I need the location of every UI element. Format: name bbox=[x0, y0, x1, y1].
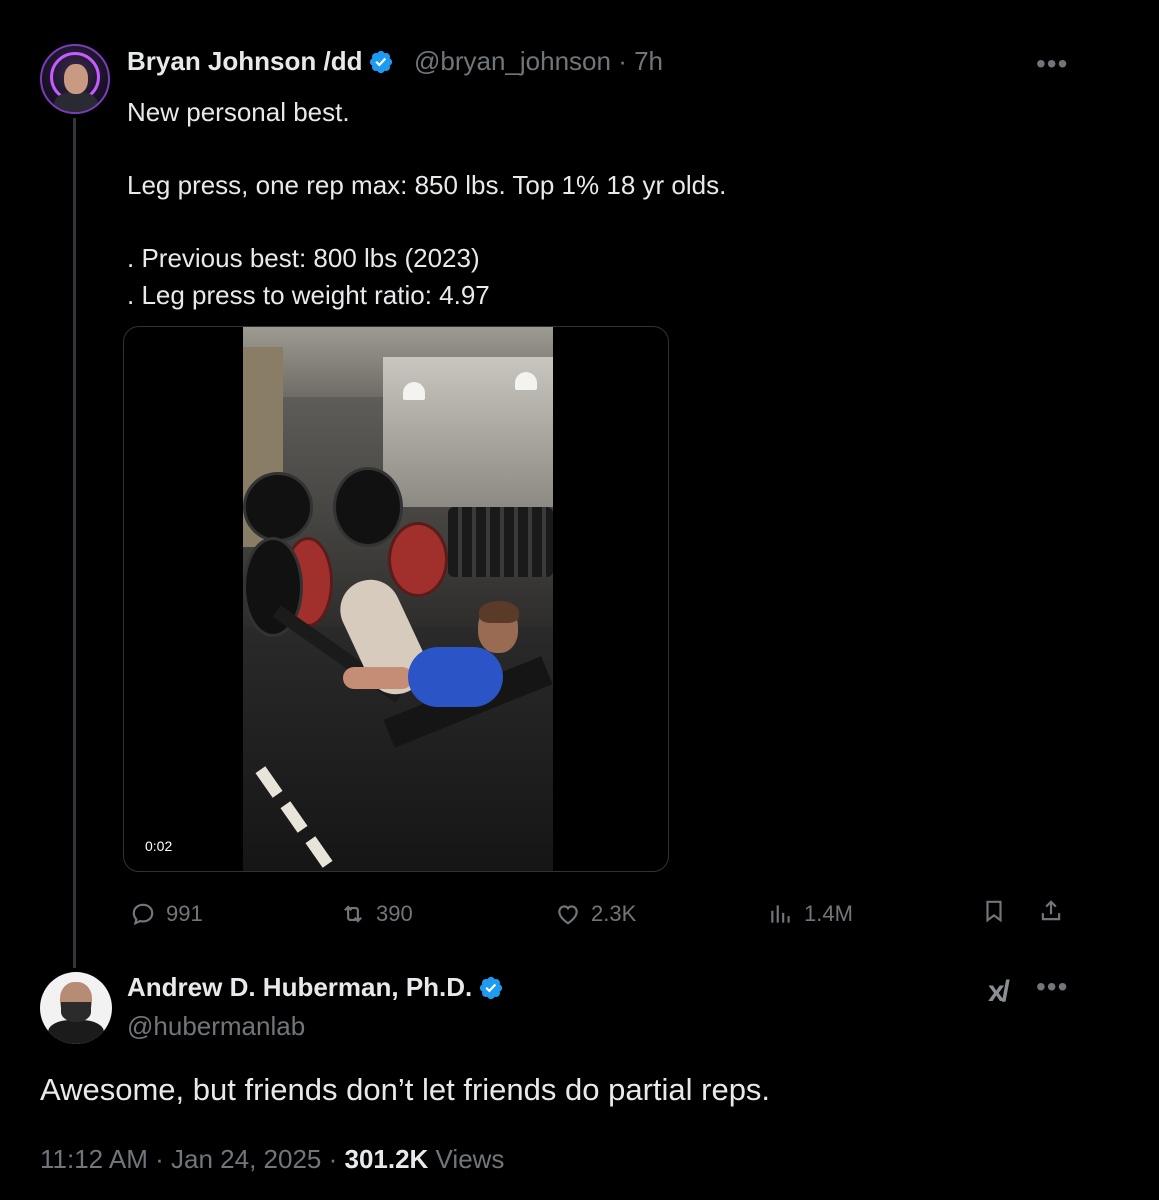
reply-count: 991 bbox=[166, 901, 203, 926]
share-icon bbox=[1041, 900, 1061, 921]
video-player[interactable]: 0:02 bbox=[123, 326, 669, 872]
reply-views-count: 301.2K bbox=[344, 1144, 429, 1174]
bookmark-icon bbox=[986, 900, 1002, 923]
repost-count: 390 bbox=[376, 901, 413, 926]
video-frame[interactable] bbox=[243, 327, 553, 871]
reply-author-name-text[interactable]: Andrew D. Huberman, Ph.D. bbox=[127, 972, 472, 1002]
bookmark-button[interactable] bbox=[981, 898, 1007, 930]
more-horizontal-icon[interactable]: ••• bbox=[1036, 48, 1068, 80]
thread-line bbox=[73, 118, 76, 968]
handle[interactable]: @bryan_johnson bbox=[414, 46, 611, 76]
handle-and-time[interactable]: @bryan_johnson · 7h bbox=[414, 46, 663, 77]
reply-icon bbox=[132, 903, 154, 926]
timestamp[interactable]: · 7h bbox=[618, 46, 663, 76]
reply-avatar[interactable] bbox=[40, 972, 112, 1044]
views-button[interactable]: 1.4M bbox=[768, 898, 853, 930]
reply-meta: 11:12 AM · Jan 24, 2025 · 301.2K Views bbox=[40, 1144, 504, 1175]
reply-timestamp[interactable]: 11:12 AM · Jan 24, 2025 · bbox=[40, 1144, 344, 1174]
reply-views-label: Views bbox=[428, 1144, 505, 1174]
views-count: 1.4M bbox=[804, 901, 853, 926]
reply-text: Awesome, but friends don’t let friends d… bbox=[40, 1072, 771, 1107]
share-button[interactable] bbox=[1038, 898, 1064, 930]
grok-icon[interactable]: x/ bbox=[988, 975, 1010, 1009]
tweet-text: New personal best. Leg press, one rep ma… bbox=[127, 97, 727, 310]
verified-badge-icon bbox=[480, 976, 503, 1000]
heart-icon bbox=[558, 905, 578, 925]
reply-button[interactable]: 991 bbox=[130, 898, 203, 930]
like-button[interactable]: 2.3K bbox=[555, 898, 636, 930]
avatar[interactable] bbox=[40, 44, 110, 114]
more-horizontal-icon[interactable]: ••• bbox=[1036, 971, 1068, 1003]
like-count: 2.3K bbox=[591, 901, 637, 926]
analytics-icon bbox=[771, 905, 790, 923]
reply-author-name[interactable]: Andrew D. Huberman, Ph.D. bbox=[127, 972, 504, 1003]
author-name[interactable]: Bryan Johnson /dd bbox=[127, 46, 394, 77]
repost-icon bbox=[344, 905, 362, 923]
author-name-text[interactable]: Bryan Johnson /dd bbox=[127, 46, 362, 76]
reply-handle[interactable]: @hubermanlab bbox=[127, 1011, 305, 1042]
verified-badge-icon bbox=[370, 50, 393, 74]
repost-button[interactable]: 390 bbox=[340, 898, 413, 930]
video-duration: 0:02 bbox=[137, 836, 181, 856]
